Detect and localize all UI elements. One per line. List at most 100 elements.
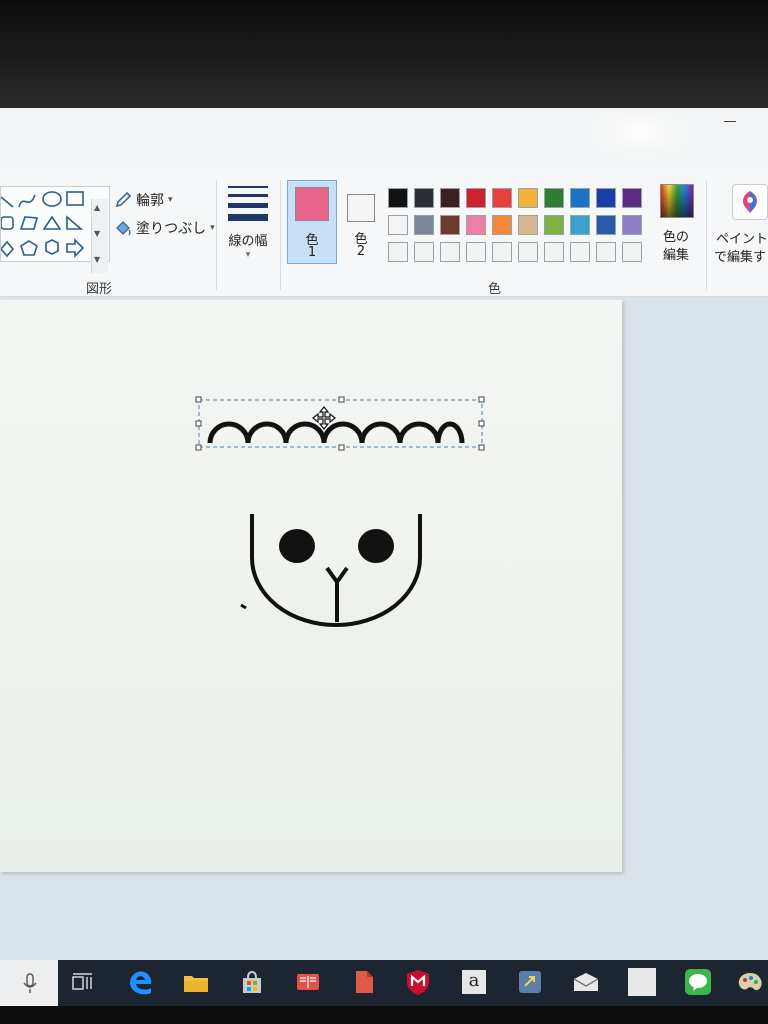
palette-color-swatch[interactable] (466, 242, 486, 262)
palette-color-swatch[interactable] (544, 215, 564, 235)
edge-icon[interactable] (126, 968, 154, 996)
size-dropdown-icon: ▾ (245, 250, 251, 260)
selection-handle (338, 444, 345, 451)
monitor-bezel-top (0, 0, 768, 108)
paint-icon[interactable] (628, 968, 656, 996)
size-line-medium (228, 194, 268, 197)
palette-color-swatch[interactable] (388, 188, 408, 208)
right-triangle-shape-icon (66, 215, 84, 230)
cortana-search[interactable] (0, 960, 58, 1006)
size-line-thickest (228, 214, 268, 221)
triangle-shape-icon (42, 215, 62, 230)
palette-icon[interactable] (736, 968, 764, 996)
edit-with-paint3d-button[interactable]: ペイント３ で編集す (712, 184, 768, 274)
edit-colors-button[interactable]: 色の 編集 (658, 184, 694, 264)
selection-handle (338, 396, 345, 403)
colors-group-label: 色 (488, 282, 502, 297)
arrow-shape-icon (66, 238, 85, 258)
palette-color-swatch[interactable] (414, 188, 434, 208)
shapes-scroll[interactable]: ▲ ▼ ▼ (91, 199, 108, 273)
amazon-icon[interactable]: a (460, 968, 488, 996)
selection-handle (478, 396, 485, 403)
palette-color-swatch[interactable] (440, 242, 460, 262)
palette-color-swatch[interactable] (596, 242, 616, 262)
palette-color-swatch[interactable] (570, 215, 590, 235)
palette-color-swatch[interactable] (518, 188, 538, 208)
sheep-mouth (325, 566, 349, 622)
palette-color-swatch[interactable] (414, 215, 434, 235)
palette-color-swatch[interactable] (544, 188, 564, 208)
fill-button[interactable]: 塗りつぶし ▾ (114, 218, 215, 238)
document-icon[interactable] (350, 968, 378, 996)
color2-button[interactable]: 色 2 (340, 180, 382, 262)
sheep-right-eye (358, 529, 394, 563)
ribbon-separator (706, 180, 707, 290)
drawing-canvas[interactable] (0, 300, 622, 872)
scroll-up-icon[interactable]: ▲ (94, 203, 100, 212)
microphone-icon[interactable] (0, 960, 58, 1006)
palette-color-swatch[interactable] (596, 215, 616, 235)
oval-shape-icon (42, 191, 62, 207)
pencil-outline-icon (115, 191, 132, 208)
ribbon-separator (280, 180, 281, 290)
hexagon-shape-icon (45, 239, 59, 255)
sheep-left-eye (279, 529, 315, 563)
screen-glare (590, 108, 690, 158)
outline-dropdown-icon: ▾ (168, 195, 173, 205)
size-button[interactable]: 線の幅 ▾ (224, 186, 272, 286)
taskbar: a (0, 960, 768, 1006)
palette-color-swatch[interactable] (388, 215, 408, 235)
palette-color-swatch[interactable] (570, 242, 590, 262)
palette-color-swatch[interactable] (622, 215, 642, 235)
mcafee-icon[interactable] (404, 968, 432, 996)
size-line-thick (228, 203, 268, 208)
color1-number: 1 (307, 245, 317, 260)
palette-color-swatch[interactable] (466, 188, 486, 208)
palette-color-swatch[interactable] (492, 242, 512, 262)
palette-color-swatch[interactable] (544, 242, 564, 262)
app-icon[interactable] (516, 968, 544, 996)
palette-color-swatch[interactable] (414, 242, 434, 262)
palette-color-swatch[interactable] (596, 188, 616, 208)
outline-button[interactable]: 輪郭 ▾ (114, 190, 173, 210)
color1-swatch (295, 187, 329, 221)
palette-color-swatch[interactable] (622, 242, 642, 262)
minimize-button[interactable]: — (720, 115, 740, 128)
line-shape-icon (0, 196, 14, 208)
color1-button[interactable]: 色 1 (287, 180, 337, 264)
palette-color-swatch[interactable] (570, 188, 590, 208)
scroll-down-icon[interactable]: ▼ (94, 229, 100, 238)
palette-color-swatch[interactable] (466, 215, 486, 235)
selection-handle (195, 444, 202, 451)
palette-color-swatch[interactable] (622, 188, 642, 208)
color2-swatch (347, 194, 375, 222)
palette-color-swatch[interactable] (518, 215, 538, 235)
ribbon: ▲ ▼ ▼ 輪郭 ▾ 塗りつぶし ▾ 図形 線の幅 ▾ 色 1 色 2 色の 編… (0, 174, 768, 297)
paint-window: — ▲ ▼ ▼ 輪郭 ▾ 塗りつぶし ▾ 図形 線の幅 ▾ 色 1 色 2 色の… (0, 108, 768, 960)
diamond-shape-icon (0, 240, 15, 258)
palette-color-swatch[interactable] (440, 188, 460, 208)
line-icon[interactable] (684, 968, 712, 996)
file-explorer-icon[interactable] (182, 968, 210, 996)
edit-colors-label-1: 色の (662, 230, 689, 245)
palette-color-swatch[interactable] (492, 215, 512, 235)
mail-icon[interactable] (572, 968, 600, 996)
title-bar: — (0, 108, 768, 174)
ribbon-separator (216, 180, 217, 290)
store-icon[interactable] (238, 968, 266, 996)
wool-scallops (207, 421, 465, 444)
stray-mark (240, 603, 247, 610)
rectangle-shape-icon (66, 191, 84, 206)
rounded-rectangle-shape-icon (0, 216, 14, 230)
expand-gallery-icon[interactable]: ▼ (94, 255, 100, 264)
task-view-icon[interactable] (68, 968, 96, 996)
palette-color-swatch[interactable] (388, 242, 408, 262)
selection-handle (478, 444, 485, 451)
palette-color-swatch[interactable] (518, 242, 538, 262)
paint3d-label-1: ペイント３ (716, 232, 768, 247)
curve-shape-icon (18, 194, 36, 208)
color-palette (388, 188, 652, 266)
palette-color-swatch[interactable] (492, 188, 512, 208)
palette-color-swatch[interactable] (440, 215, 460, 235)
book-icon[interactable] (294, 968, 322, 996)
